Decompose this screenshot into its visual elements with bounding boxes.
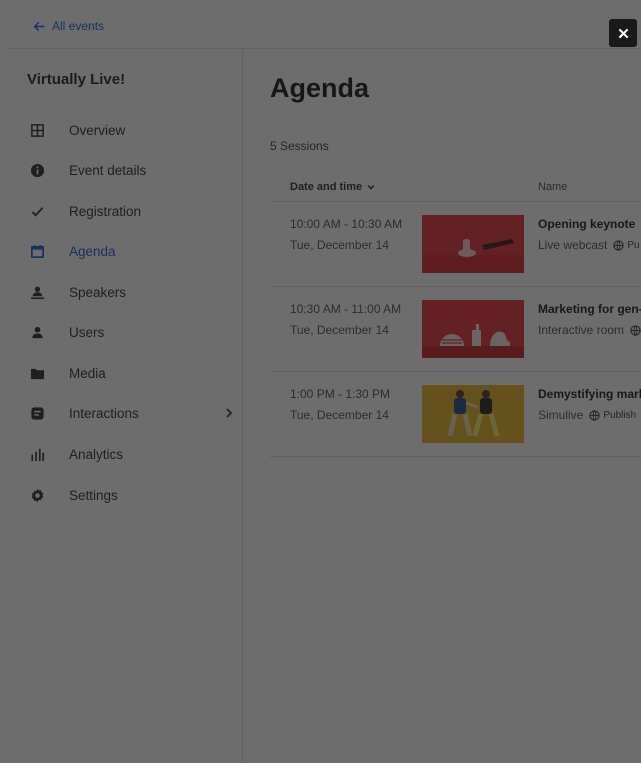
session-time: 1:00 PM - 1:30 PM (290, 387, 391, 401)
sidebar-item-label: Analytics (69, 446, 124, 462)
table-row[interactable]: 10:30 AM - 11:00 AM Tue, December 14 Mar… (270, 287, 641, 372)
sidebar-item-interactions[interactable]: Interactions (6, 393, 242, 433)
status-badge (630, 324, 641, 336)
chevron-down-icon (367, 184, 375, 190)
session-name: Opening keynote (538, 217, 636, 231)
user-icon (29, 324, 45, 340)
chat-icon (29, 405, 45, 421)
sidebar-item-label: Users (69, 324, 105, 340)
sidebar-item-label: Settings (69, 487, 118, 503)
session-thumbnail (422, 300, 524, 358)
bar-chart-icon (29, 446, 45, 462)
arrow-left-icon (33, 21, 45, 31)
name-header: Name (538, 181, 568, 193)
status-label: Pu (627, 239, 640, 251)
check-icon (29, 203, 45, 219)
status-badge: Pu (613, 239, 640, 251)
event-title: Virtually Live! (27, 71, 126, 88)
sidebar-item-analytics[interactable]: Analytics (6, 434, 242, 474)
gear-icon (29, 487, 45, 503)
main-content: Agenda 5 Sessions Date and time Name 10:… (244, 49, 641, 763)
sidebar-item-media[interactable]: Media (6, 353, 242, 393)
status-label: Publish (603, 409, 637, 421)
sidebar-item-settings[interactable]: Settings (6, 475, 242, 515)
sidebar-item-label: Event details (69, 162, 147, 178)
speaker-icon (29, 284, 45, 300)
table-row[interactable]: 10:00 AM - 10:30 AM Tue, December 14 Ope… (270, 202, 641, 287)
grid-icon (29, 122, 45, 138)
info-icon (29, 162, 45, 178)
session-type: Interactive room (538, 323, 625, 337)
close-button[interactable] (609, 19, 637, 47)
sidebar-item-label: Speakers (69, 284, 127, 300)
top-bar: All events (6, 6, 641, 49)
session-thumbnail (422, 215, 524, 273)
date-time-sort-header[interactable]: Date and time (290, 181, 375, 193)
all-events-link[interactable]: All events (33, 19, 104, 33)
table-row[interactable]: 1:00 PM - 1:30 PM Tue, December 14 Demys… (270, 372, 641, 457)
folder-icon (29, 365, 45, 381)
session-type-row: Simulive Publish (538, 408, 636, 422)
session-type: Live webcast (538, 238, 608, 252)
globe-icon (613, 239, 625, 251)
session-name: Marketing for gen-z (538, 302, 641, 316)
event-admin-page: All events Virtually Live! Overview Even… (6, 6, 641, 763)
chevron-right-icon (226, 408, 233, 418)
sidebar-item-label: Media (69, 365, 106, 381)
session-thumbnail (422, 385, 524, 443)
calendar-icon (29, 243, 45, 259)
sidebar: Virtually Live! Overview Event details R… (6, 49, 243, 763)
sidebar-item-label: Overview (69, 122, 126, 138)
globe-icon (630, 324, 641, 336)
sidebar-item-speakers[interactable]: Speakers (6, 272, 242, 312)
sidebar-item-label: Registration (69, 203, 142, 219)
sidebar-item-label: Interactions (69, 405, 139, 421)
session-date: Tue, December 14 (290, 408, 389, 422)
session-count: 5 Sessions (270, 139, 329, 153)
session-date: Tue, December 14 (290, 238, 389, 252)
sidebar-item-registration[interactable]: Registration (6, 191, 242, 231)
date-time-header-label: Date and time (290, 181, 363, 193)
session-date: Tue, December 14 (290, 323, 389, 337)
sidebar-item-event-details[interactable]: Event details (6, 150, 242, 190)
globe-icon (589, 409, 601, 421)
status-badge: Publish (589, 410, 636, 421)
table-header: Date and time Name (270, 176, 641, 202)
page-title: Agenda (270, 73, 370, 103)
session-type: Simulive (538, 408, 584, 422)
session-type-row: Live webcast Pu (538, 238, 640, 252)
session-time: 10:00 AM - 10:30 AM (290, 217, 403, 231)
session-name: Demystifying marke (538, 387, 641, 401)
session-time: 10:30 AM - 11:00 AM (290, 302, 402, 316)
sidebar-item-label: Agenda (69, 243, 116, 259)
sidebar-item-users[interactable]: Users (6, 312, 242, 352)
sidebar-item-overview[interactable]: Overview (6, 110, 242, 150)
all-events-label: All events (52, 19, 105, 33)
close-icon (618, 28, 628, 38)
sidebar-item-agenda[interactable]: Agenda (6, 231, 242, 271)
session-type-row: Interactive room (538, 323, 641, 337)
